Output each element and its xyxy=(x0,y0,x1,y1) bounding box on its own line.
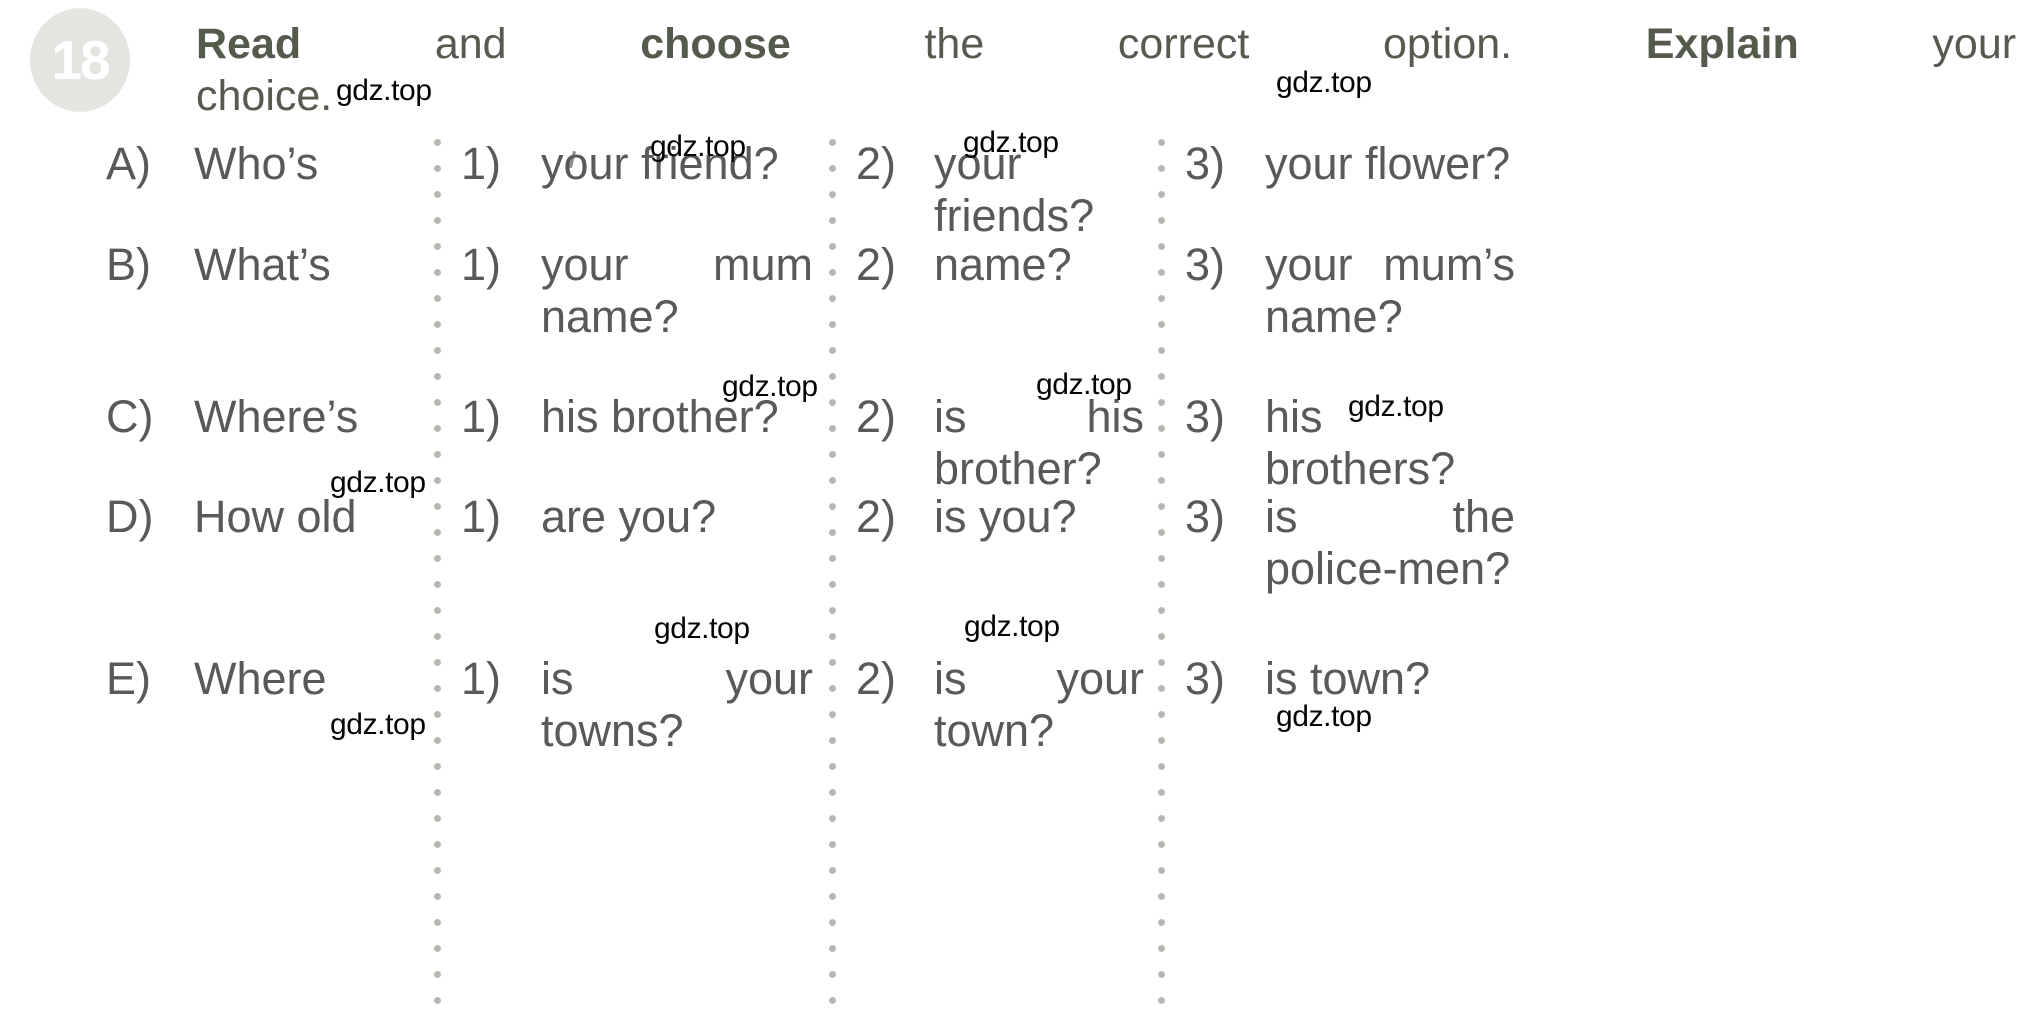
row-label-cell-a: A) Who’s xyxy=(106,138,426,190)
option-marker-2: 2) xyxy=(856,239,897,290)
option-marker-3: 3) xyxy=(1185,239,1226,290)
option-text-b-1: your mum name? xyxy=(541,239,813,342)
option-marker-3: 3) xyxy=(1185,138,1226,189)
option-marker-2: 2) xyxy=(856,138,897,189)
row-stem-e: Where xyxy=(194,653,327,704)
option-text-d-2: is you? xyxy=(934,491,1077,542)
watermark: gdz.top xyxy=(1276,66,1372,99)
row-letter-c: C) xyxy=(106,391,154,442)
row-letter-e: E) xyxy=(106,653,151,704)
option-text-d-1: are you? xyxy=(541,491,717,542)
option-cell-e-1[interactable]: 1) is your towns? xyxy=(461,653,813,757)
option-text-a-3: your flower? xyxy=(1265,138,1511,189)
watermark: gdz.top xyxy=(654,612,750,645)
option-cell-b-3[interactable]: 3) your mum’s name? xyxy=(1185,239,1515,343)
column-separator-3 xyxy=(1157,138,1166,1009)
option-text-e-2: is your town? xyxy=(934,653,1144,756)
watermark: gdz.top xyxy=(1276,700,1372,733)
row-letter-d: D) xyxy=(106,491,154,542)
watermark: gdz.top xyxy=(330,466,426,499)
instruction-text: Read and choose the correct option. Expl… xyxy=(196,18,2016,122)
row-label-cell-e: E) Where xyxy=(106,653,426,705)
watermark: gdz.top xyxy=(330,708,426,741)
option-cell-b-2[interactable]: 2) name? xyxy=(856,239,1144,291)
option-marker-1: 1) xyxy=(461,653,502,704)
row-stem-b: What’s xyxy=(194,239,331,290)
option-marker-3: 3) xyxy=(1185,391,1226,442)
row-stem-a: Who’s xyxy=(194,138,319,189)
option-cell-d-2[interactable]: 2) is you? xyxy=(856,491,1144,543)
exercise-number-badge: 18 xyxy=(30,8,130,112)
instruction-line-2: choice. xyxy=(196,72,333,120)
instruction-word-correct: correct xyxy=(1117,20,1250,68)
option-cell-b-1[interactable]: 1) your mum name? xyxy=(461,239,813,343)
option-marker-2: 2) xyxy=(856,653,897,704)
option-marker-1: 1) xyxy=(461,239,502,290)
option-marker-3: 3) xyxy=(1185,653,1226,704)
instruction-word-read: Read xyxy=(196,20,302,68)
option-cell-d-3[interactable]: 3) is the police-men? xyxy=(1185,491,1515,595)
watermark: gdz.top xyxy=(336,74,432,107)
option-text-b-2: name? xyxy=(934,239,1072,290)
option-text-e-3: is town? xyxy=(1265,653,1431,704)
row-label-cell-b: B) What’s xyxy=(106,239,426,291)
option-cell-d-1[interactable]: 1) are you? xyxy=(461,491,813,543)
watermark: gdz.top xyxy=(964,610,1060,643)
option-marker-1: 1) xyxy=(461,491,502,542)
option-cell-c-2[interactable]: 2) is his brother? xyxy=(856,391,1144,495)
watermark: gdz.top xyxy=(1036,368,1132,401)
option-marker-3: 3) xyxy=(1185,491,1226,542)
option-cell-a-3[interactable]: 3) your flower? xyxy=(1185,138,1515,190)
instruction-word-the: the xyxy=(924,20,985,68)
option-cell-e-2[interactable]: 2) is your town? xyxy=(856,653,1144,757)
option-text-c-2: is his brother? xyxy=(934,391,1144,494)
option-cell-e-3[interactable]: 3) is town? xyxy=(1185,653,1515,705)
row-label-cell-c: C) Where’s xyxy=(106,391,426,443)
option-marker-1: 1) xyxy=(461,391,502,442)
row-stem-c: Where’s xyxy=(194,391,359,442)
instruction-word-option: option. xyxy=(1383,20,1513,68)
instruction-word-and: and xyxy=(434,20,507,68)
instruction-line-1: Read and choose the correct option. Expl… xyxy=(196,18,2016,70)
column-separator-2 xyxy=(828,138,837,1009)
row-letter-a: A) xyxy=(106,138,151,189)
option-text-d-3: is the police-men? xyxy=(1265,491,1515,594)
watermark: gdz.top xyxy=(650,130,746,163)
watermark: gdz.top xyxy=(1348,390,1444,423)
option-cell-a-1[interactable]: 1) your friend? xyxy=(461,138,813,190)
option-marker-1: 1) xyxy=(461,138,502,189)
option-marker-2: 2) xyxy=(856,391,897,442)
option-text-e-1: is your towns? xyxy=(541,653,813,756)
option-marker-2: 2) xyxy=(856,491,897,542)
exercise-number: 18 xyxy=(51,28,110,91)
watermark: gdz.top xyxy=(722,370,818,403)
instruction-word-choose: choose xyxy=(640,20,791,68)
instruction-word-your: your xyxy=(1932,20,2017,68)
row-letter-b: B) xyxy=(106,239,151,290)
watermark: gdz.top xyxy=(963,126,1059,159)
column-separator-1 xyxy=(433,138,442,1009)
option-text-b-3: your mum’s name? xyxy=(1265,239,1515,342)
instruction-word-explain: Explain xyxy=(1645,20,1799,68)
